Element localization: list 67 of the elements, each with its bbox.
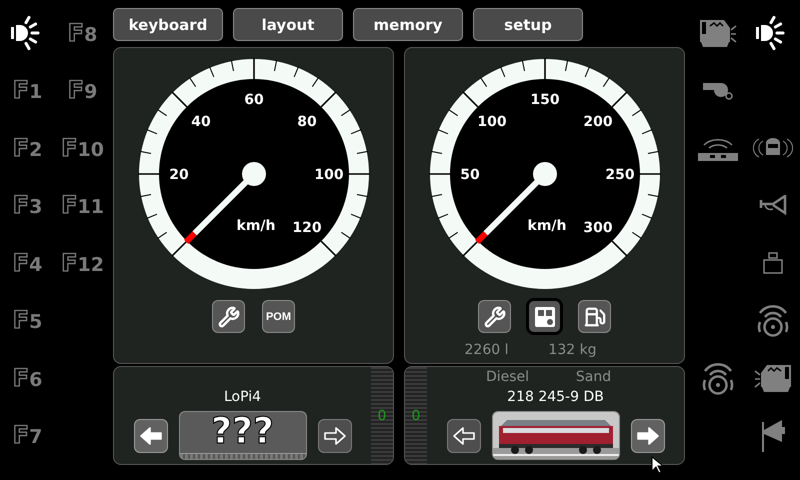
locomotive-name: 218 245-9 DB: [507, 389, 604, 405]
weight-icon[interactable]: [762, 250, 784, 275]
pom-button[interactable]: POM: [262, 300, 295, 333]
wrench-button[interactable]: [478, 300, 511, 333]
wrench-icon: [218, 306, 240, 328]
forward-button[interactable]: [630, 418, 664, 452]
scale-label: 150: [530, 92, 560, 108]
function-key[interactable]: F2: [12, 134, 42, 162]
function-key[interactable]: F1: [12, 76, 42, 104]
wrench-icon: [484, 306, 506, 328]
sound-icon[interactable]: [756, 303, 790, 338]
needle-tip: [184, 231, 196, 244]
scale-label: 200: [582, 114, 612, 130]
speed-step: 0: [378, 408, 386, 424]
locomotive-name: LoPi4: [224, 389, 262, 405]
scale-label: 100: [314, 167, 344, 183]
scale-label: 80: [296, 114, 316, 130]
pointer-icon: [651, 456, 665, 474]
horn-on-pole-icon[interactable]: [760, 418, 786, 452]
display-button[interactable]: [528, 300, 561, 333]
unit-label: km/h: [236, 218, 275, 234]
function-key[interactable]: F5: [12, 306, 42, 334]
speed-step: 0: [412, 408, 420, 424]
scale-label: 250: [604, 167, 634, 183]
function-key[interactable]: F4: [12, 248, 42, 277]
function-key[interactable]: F3: [12, 191, 42, 220]
reverse-button[interactable]: [446, 418, 480, 452]
menu-button[interactable]: layout: [233, 8, 343, 41]
whistle-icon[interactable]: [700, 80, 734, 100]
fuel-pump-icon: [584, 306, 606, 328]
left-arrow-icon: [138, 426, 162, 446]
locomotive-image[interactable]: ???: [178, 411, 306, 460]
scale-label: 20: [168, 167, 188, 183]
display-icon: [532, 304, 556, 328]
menu-button[interactable]: setup: [473, 8, 583, 41]
function-key[interactable]: F6: [12, 364, 42, 392]
function-key[interactable]: F12: [61, 248, 104, 277]
menu-button[interactable]: memory: [353, 8, 463, 41]
left-arrow-icon: [452, 426, 476, 446]
sound-icon[interactable]: [700, 360, 734, 395]
scale-label: 50: [460, 167, 480, 183]
scale-label: 60: [244, 92, 264, 108]
scale-label: 300: [582, 220, 612, 236]
function-key[interactable]: F9: [68, 76, 98, 104]
wrench-button[interactable]: [212, 300, 245, 333]
unknown-image-text: ???: [211, 412, 274, 452]
needle-tip: [474, 231, 488, 244]
reading-label: Sand: [574, 369, 612, 385]
function-key[interactable]: F11: [61, 191, 104, 220]
function-key[interactable]: F8: [68, 18, 98, 47]
fuel-button[interactable]: [578, 300, 611, 333]
reverse-button[interactable]: [134, 418, 168, 452]
reading-value: 132 kg: [547, 342, 598, 358]
reading-value: 2260 l: [464, 342, 510, 358]
reading-label: Diesel: [484, 369, 530, 385]
function-key[interactable]: F10: [61, 134, 104, 162]
right-arrow-icon: [636, 426, 660, 446]
railcar-sound-icon[interactable]: [752, 136, 792, 160]
forward-button[interactable]: [318, 418, 352, 452]
unit-label: km/h: [527, 218, 566, 234]
menu-button[interactable]: keyboard: [113, 8, 223, 41]
scale-label: 40: [190, 114, 210, 130]
function-key[interactable]: F7: [12, 421, 42, 450]
right-arrow-icon: [322, 426, 346, 446]
horn-icon[interactable]: [758, 195, 786, 216]
scale-label: 100: [476, 114, 506, 130]
scale-label: 120: [292, 220, 322, 236]
